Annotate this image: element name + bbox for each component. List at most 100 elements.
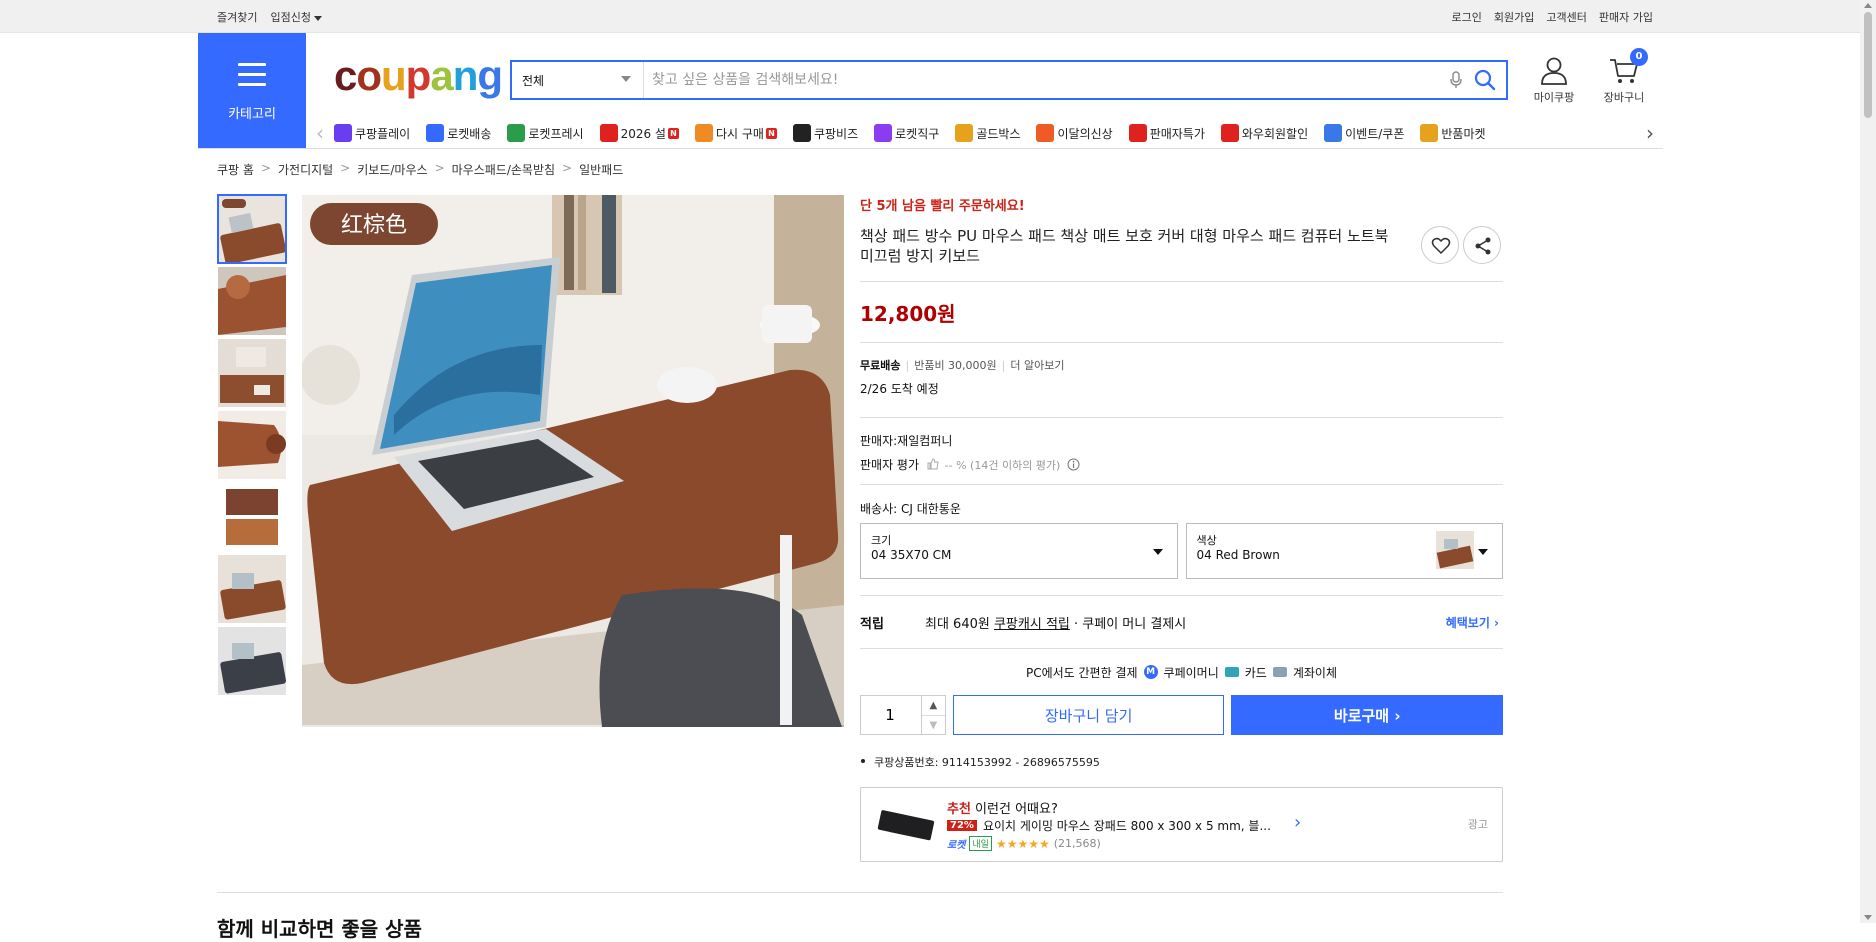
thumbnail-7[interactable] bbox=[218, 627, 286, 695]
size-option-label: 크기 bbox=[871, 534, 892, 547]
biz-icon bbox=[792, 124, 811, 142]
rebuy-icon bbox=[694, 124, 713, 142]
product-title: 책상 패드 방수 PU 마우스 패드 책상 매트 보호 커버 대형 마우스 패드… bbox=[860, 227, 1389, 265]
shortcut-item[interactable]: 로켓직구 bbox=[874, 124, 939, 142]
vendor-apply-link[interactable]: 입점신청 bbox=[270, 9, 322, 25]
thumbs-up-icon bbox=[927, 458, 939, 470]
thumbnail-2[interactable] bbox=[218, 267, 286, 335]
return-fee: 반품비 30,000원 bbox=[914, 359, 997, 372]
bank-transfer-icon bbox=[1272, 667, 1287, 677]
bookmark-link[interactable]: 즐겨찾기 bbox=[217, 9, 257, 25]
breadcrumb-item[interactable]: 키보드/마우스 bbox=[357, 161, 427, 178]
breadcrumb-separator: > bbox=[340, 161, 351, 175]
coupang-cash-link[interactable]: 쿠팡캐시 적립 bbox=[994, 613, 1070, 632]
shipping-more-link[interactable]: 더 알아보기 bbox=[1010, 359, 1064, 372]
chevron-left-icon[interactable]: ‹ bbox=[312, 121, 328, 145]
seller-name-link[interactable]: 판매자:재일컴퍼니 bbox=[860, 434, 952, 448]
search-category-select[interactable]: 전체 bbox=[512, 62, 644, 98]
wishlist-button[interactable] bbox=[1421, 226, 1459, 264]
rating-stars: ★★★★★ bbox=[995, 836, 1050, 851]
thumbnail-6[interactable] bbox=[218, 555, 286, 623]
mycoupang-button[interactable]: 마이쿠팡 bbox=[1530, 56, 1578, 105]
shortcut-list: 쿠팡플레이 로켓배송 로켓프레시 2026 설 N 다시 구매 N 쿠팡비즈 로켓직구 골드박스 이… bbox=[334, 124, 1502, 142]
size-option-value: 04 35X70 CM bbox=[871, 548, 952, 562]
shortcut-item[interactable]: 쿠팡비즈 bbox=[792, 124, 858, 142]
scroll-up-icon[interactable] bbox=[1864, 3, 1872, 8]
breadcrumb-item[interactable]: 가전디지털 bbox=[278, 161, 333, 178]
quantity-stepper: ▲ ▼ bbox=[860, 695, 946, 735]
new-badge: N bbox=[667, 127, 679, 139]
page-scrollbar[interactable] bbox=[1860, 0, 1876, 923]
new-product-icon bbox=[1036, 124, 1055, 142]
microphone-icon[interactable] bbox=[1450, 71, 1462, 89]
category-label: 카테고리 bbox=[228, 107, 276, 122]
thumbnail-1[interactable] bbox=[217, 194, 287, 264]
option-selectors: 크기 04 35X70 CM 색상 04 Red Brown bbox=[860, 523, 1503, 579]
shortcut-item[interactable]: 2026 설N bbox=[599, 124, 679, 142]
card-icon bbox=[1224, 667, 1239, 677]
cart-button[interactable]: 0 장바구니 bbox=[1598, 48, 1650, 105]
size-option-select[interactable]: 크기 04 35X70 CM bbox=[860, 523, 1178, 579]
search-input[interactable] bbox=[652, 68, 1412, 92]
shortcut-item[interactable]: 다시 구매 N bbox=[694, 124, 777, 142]
shortcut-item[interactable]: 로켓배송 bbox=[426, 124, 491, 142]
chevron-right-icon[interactable]: › bbox=[1294, 812, 1301, 833]
thumbnail-4[interactable] bbox=[218, 411, 286, 479]
breadcrumb-item[interactable]: 쿠팡 홈 bbox=[217, 161, 254, 178]
shortcut-item[interactable]: 쿠팡플레이 bbox=[334, 124, 410, 142]
shortcut-item[interactable]: 이벤트/쿠폰 bbox=[1324, 124, 1404, 142]
recommended-product-image bbox=[875, 801, 935, 849]
caret-down-icon bbox=[1478, 549, 1488, 555]
shortcut-item[interactable]: 로켓프레시 bbox=[507, 124, 584, 142]
new-badge: N bbox=[765, 127, 777, 139]
rocket-fresh-icon bbox=[507, 124, 526, 142]
product-main-image[interactable]: 红棕色 bbox=[302, 195, 844, 727]
play-icon bbox=[334, 124, 352, 142]
search-icon[interactable] bbox=[1474, 69, 1496, 91]
shortcut-item[interactable]: 이달의신상 bbox=[1036, 124, 1113, 142]
chevron-right-icon[interactable]: › bbox=[1642, 121, 1658, 145]
scroll-down-icon[interactable] bbox=[1864, 915, 1872, 920]
shortcut-item[interactable]: 반품마켓 bbox=[1420, 124, 1486, 142]
shortcut-item[interactable]: 골드박스 bbox=[955, 124, 1020, 142]
info-icon[interactable] bbox=[1067, 458, 1080, 471]
purchase-actions: ▲ ▼ 장바구니 담기 바로구매 › bbox=[860, 695, 1503, 735]
add-to-cart-button[interactable]: 장바구니 담기 bbox=[952, 695, 1225, 735]
benefits-link[interactable]: 혜택보기 › bbox=[1446, 614, 1499, 631]
thumbnail-list bbox=[217, 194, 287, 699]
product-number: 쿠팡상품번호: 9114153992 - 26896575595 bbox=[860, 754, 1503, 770]
shortcut-label: 판매자특가 bbox=[1149, 126, 1205, 141]
rocket-icon bbox=[426, 124, 445, 142]
color-option-select[interactable]: 색상 04 Red Brown bbox=[1185, 523, 1503, 579]
coupon-icon bbox=[1324, 124, 1343, 142]
color-option-thumbnail bbox=[1436, 531, 1474, 569]
shortcut-item[interactable]: 판매자특가 bbox=[1128, 124, 1205, 142]
product-info-panel: 단 5개 남음 빨리 주문하세요! 책상 패드 방수 PU 마우스 패드 책상 … bbox=[860, 195, 1503, 862]
quantity-increase-button[interactable]: ▲ bbox=[922, 696, 945, 715]
coupang-logo[interactable]: coupang bbox=[334, 52, 503, 100]
mycoupang-label: 마이쿠팡 bbox=[1533, 91, 1575, 104]
shortcut-label: 이벤트/쿠폰 bbox=[1345, 126, 1405, 141]
hamburger-icon bbox=[238, 63, 266, 87]
customer-center-link[interactable]: 고객센터 bbox=[1546, 9, 1586, 25]
thumbnail-5[interactable] bbox=[218, 483, 286, 551]
seller-signup-link[interactable]: 판매자 가입 bbox=[1599, 9, 1653, 25]
ad-label: 광고 bbox=[1467, 818, 1488, 831]
recommendation-card[interactable]: 추천 이런건 어때요? 72% 요이치 게이밍 마우스 장패드 800 x 300… bbox=[860, 787, 1503, 862]
rocket-delivery-badge: 로켓 bbox=[947, 840, 966, 851]
scrollbar-thumb[interactable] bbox=[1864, 12, 1872, 118]
reco-product-name: 요이치 게이밍 마우스 장패드 800 x 300 x 5 mm, 블... bbox=[982, 819, 1271, 833]
shortcut-item[interactable]: 와우회원할인 bbox=[1220, 124, 1308, 142]
category-menu-button[interactable]: 카테고리 bbox=[198, 33, 306, 148]
quantity-input[interactable] bbox=[861, 696, 919, 734]
quantity-decrease-button[interactable]: ▼ bbox=[921, 715, 945, 734]
share-button[interactable] bbox=[1463, 226, 1501, 264]
breadcrumb-item[interactable]: 마우스패드/손목받침 bbox=[452, 161, 555, 178]
top-utility-bar: 즐겨찾기 입점신청 로그인 회원가입 고객센터 판매자 가입 bbox=[0, 0, 1860, 33]
breadcrumb-item[interactable]: 일반패드 bbox=[579, 161, 623, 178]
shortcut-label: 로켓직구 bbox=[895, 126, 940, 141]
thumbnail-3[interactable] bbox=[218, 339, 286, 407]
buy-now-button[interactable]: 바로구매 › bbox=[1231, 695, 1503, 735]
signup-link[interactable]: 회원가입 bbox=[1494, 9, 1534, 25]
login-link[interactable]: 로그인 bbox=[1452, 9, 1482, 25]
